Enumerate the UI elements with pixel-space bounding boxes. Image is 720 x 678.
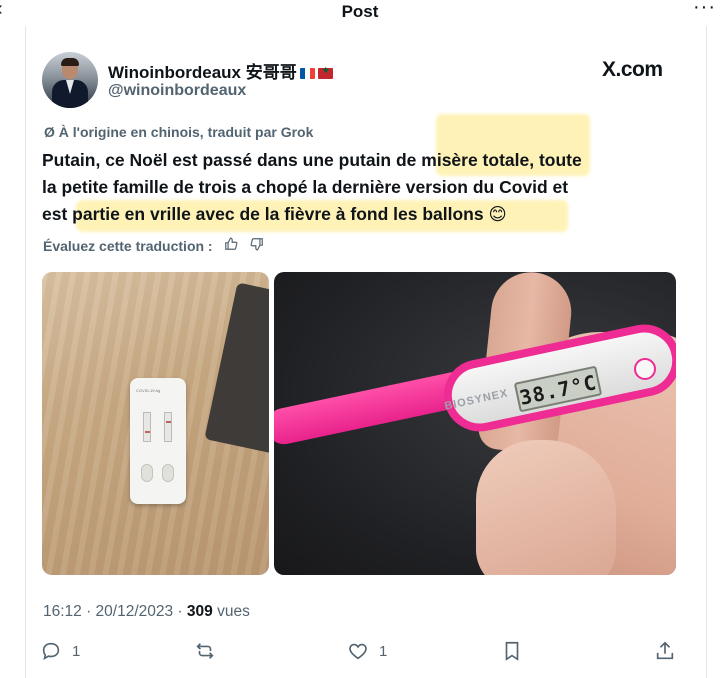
rate-label: Évaluez cette traduction : xyxy=(43,238,213,254)
reply-count: 1 xyxy=(72,642,81,660)
thumbs-down-icon[interactable] xyxy=(250,237,264,254)
tweet-text: Putain, ce Noël est passé dans une putai… xyxy=(42,147,678,228)
like-count: 1 xyxy=(379,642,388,660)
test-label: COVID-19 Ag xyxy=(136,388,161,393)
author-name-text: Winoinbordeaux 安哥哥 xyxy=(108,63,297,82)
heart-icon xyxy=(349,643,367,660)
avatar[interactable] xyxy=(42,52,98,108)
page-title: Post xyxy=(341,2,379,21)
timestamp[interactable]: 16:12 · 20/12/2023 · xyxy=(43,603,187,620)
post-meta: 16:12 · 20/12/2023 · 309 vues xyxy=(43,603,250,621)
share-button[interactable] xyxy=(654,640,676,662)
flag-france-icon xyxy=(299,68,315,79)
top-bar: ‹ Post ··· xyxy=(0,0,720,26)
bookmark-icon xyxy=(505,641,519,661)
more-icon[interactable]: ··· xyxy=(693,0,716,19)
covid-test-photo[interactable]: COVID-19 Ag xyxy=(42,272,269,575)
action-bar: 1 1 xyxy=(40,640,680,666)
views-count: 309 xyxy=(186,603,213,620)
share-icon xyxy=(656,641,674,660)
tweet-text-line: la petite famille de trois a chopé la de… xyxy=(42,177,569,197)
retweet-button[interactable] xyxy=(194,640,226,662)
reply-button[interactable]: 1 xyxy=(40,640,80,662)
author-name[interactable]: Winoinbordeaux 安哥哥 xyxy=(108,58,333,83)
thermometer-photo[interactable]: BIOSYNEX 38.7°C xyxy=(274,272,676,575)
tweet-text-line: Putain, ce Noël est passé dans une putai… xyxy=(42,150,582,170)
author-handle[interactable]: @winoinbordeaux xyxy=(108,82,246,100)
x-logo: X.com xyxy=(602,58,663,81)
retweet-icon xyxy=(196,643,214,659)
translation-note: Ø À l'origine en chinois, traduit par Gr… xyxy=(44,124,314,140)
thumbs-up-icon[interactable] xyxy=(224,237,238,254)
rate-translation: Évaluez cette traduction : xyxy=(43,237,264,254)
tweet-text-line: est partie en vrille avec de la fièvre à… xyxy=(42,204,507,224)
views-label: vues xyxy=(212,603,250,620)
reply-icon xyxy=(42,642,60,660)
bookmark-button[interactable] xyxy=(501,640,523,662)
like-button[interactable]: 1 xyxy=(347,640,387,662)
flag-morocco-icon xyxy=(317,65,333,79)
